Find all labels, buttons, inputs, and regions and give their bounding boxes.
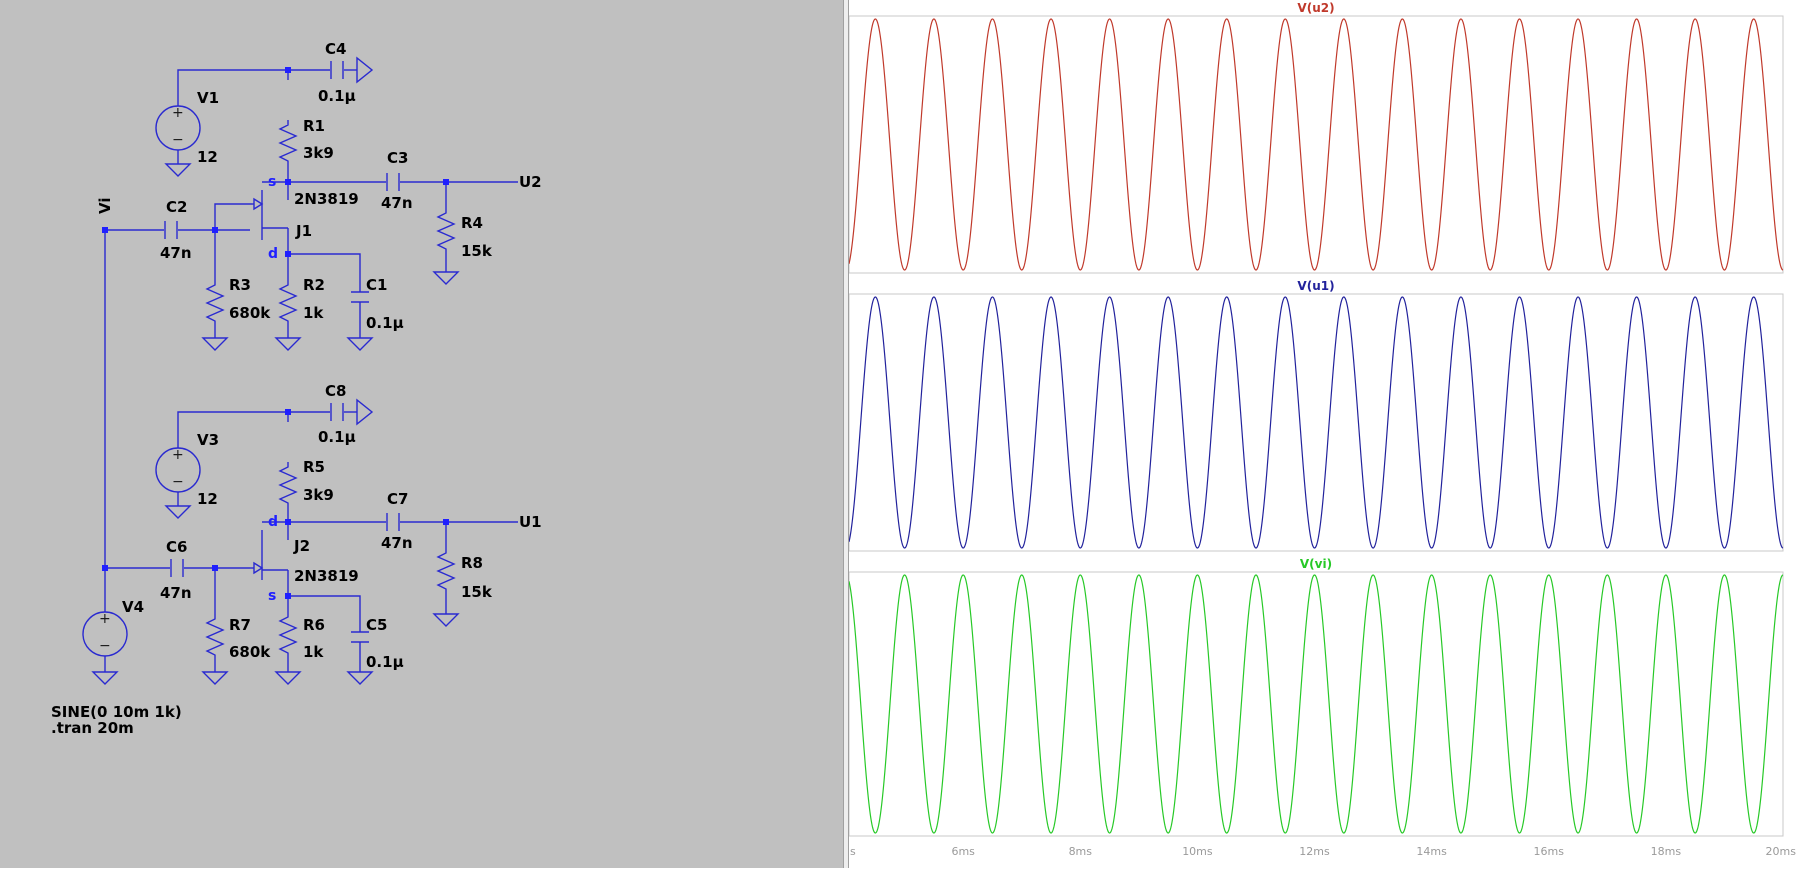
c7-name: C7 bbox=[387, 490, 408, 508]
c3-name: C3 bbox=[387, 149, 408, 167]
j1-name: J1 bbox=[295, 222, 312, 240]
j2-name: J2 bbox=[293, 537, 310, 555]
x-tick-label: 12ms bbox=[1299, 845, 1330, 858]
trace-label-vi[interactable]: V(vi) bbox=[1300, 557, 1332, 571]
c6-name: C6 bbox=[166, 538, 187, 556]
r4-name: R4 bbox=[461, 214, 483, 232]
c2-name: C2 bbox=[166, 198, 187, 216]
resistor-r5[interactable] bbox=[278, 462, 298, 506]
j1-drain-pin-label: d bbox=[268, 246, 278, 262]
plot-pane-vi[interactable] bbox=[848, 571, 1784, 837]
j2-drain-pin-label: d bbox=[268, 514, 278, 530]
v1-name: V1 bbox=[197, 89, 219, 107]
c4-value: 0.1µ bbox=[318, 87, 356, 105]
trace-label-u1[interactable]: V(u1) bbox=[1297, 279, 1334, 293]
r1-name: R1 bbox=[303, 117, 325, 135]
v3-value: 12 bbox=[197, 490, 218, 508]
schematic-canvas[interactable]: + − + − + − Vi U2 U1 s d d s C4 0.1µ V1 … bbox=[0, 0, 843, 868]
resistor-r2[interactable] bbox=[278, 280, 298, 324]
r7-name: R7 bbox=[229, 616, 251, 634]
resistor-r4[interactable] bbox=[436, 208, 456, 252]
r3-name: R3 bbox=[229, 276, 251, 294]
x-tick-label: 18ms bbox=[1651, 845, 1682, 858]
net-label-u2[interactable]: U2 bbox=[519, 173, 542, 191]
c1-name: C1 bbox=[366, 276, 387, 294]
x-tick-label: 14ms bbox=[1416, 845, 1447, 858]
r8-name: R8 bbox=[461, 554, 483, 572]
c7-value: 47n bbox=[381, 534, 413, 552]
r4-value: 15k bbox=[461, 242, 493, 260]
voltage-source-v1[interactable]: + − bbox=[155, 105, 201, 151]
trace-u2 bbox=[848, 18, 1784, 271]
resistor-r7[interactable] bbox=[205, 614, 225, 658]
r7-value: 680k bbox=[229, 643, 271, 661]
c2-value: 47n bbox=[160, 244, 192, 262]
v4-name: V4 bbox=[122, 598, 144, 616]
x-tick-label: s bbox=[850, 845, 856, 858]
r8-value: 15k bbox=[461, 583, 493, 601]
r2-value: 1k bbox=[303, 304, 324, 322]
x-tick-label: 6ms bbox=[951, 845, 975, 858]
c5-value: 0.1µ bbox=[366, 653, 404, 671]
trace-label-u2[interactable]: V(u2) bbox=[1297, 1, 1334, 15]
resistor-r3[interactable] bbox=[205, 280, 225, 324]
net-label-vi[interactable]: Vi bbox=[96, 198, 114, 215]
v3-name: V3 bbox=[197, 431, 219, 449]
c4-name: C4 bbox=[325, 40, 346, 58]
svg-text:−: − bbox=[172, 474, 184, 490]
r5-name: R5 bbox=[303, 458, 325, 476]
c1-value: 0.1µ bbox=[366, 314, 404, 332]
capacitor-c7[interactable] bbox=[386, 513, 400, 531]
svg-text:+: + bbox=[172, 447, 184, 463]
c3-value: 47n bbox=[381, 194, 413, 212]
trace-vi bbox=[848, 574, 1784, 834]
resistor-r1[interactable] bbox=[278, 120, 298, 164]
waveform-canvas[interactable]: V(u2) V(u1) V(vi) s 6ms 8ms 10ms 12ms 14ms 16ms 18… bbox=[848, 0, 1799, 868]
resistor-r8[interactable] bbox=[436, 548, 456, 592]
c5-name: C5 bbox=[366, 616, 387, 634]
x-tick-label: 16ms bbox=[1534, 845, 1565, 858]
x-tick-label: 20ms bbox=[1766, 845, 1797, 858]
svg-text:+: + bbox=[99, 611, 111, 627]
svg-text:+: + bbox=[172, 105, 184, 121]
r5-value: 3k9 bbox=[303, 486, 334, 504]
waveform-viewer[interactable]: V(u2) V(u1) V(vi) s 6ms 8ms 10ms 12ms 14ms 16ms 18… bbox=[848, 0, 1799, 868]
trace-u1 bbox=[848, 296, 1784, 549]
capacitor-c6[interactable] bbox=[170, 559, 184, 577]
c8-name: C8 bbox=[325, 382, 346, 400]
jfet-j1[interactable] bbox=[252, 190, 264, 240]
capacitor-c8[interactable] bbox=[330, 403, 344, 421]
v1-value: 12 bbox=[197, 148, 218, 166]
resistor-r6[interactable] bbox=[278, 612, 298, 656]
svg-text:−: − bbox=[99, 638, 111, 654]
tran-directive[interactable]: .tran 20m bbox=[51, 719, 134, 737]
r1-value: 3k9 bbox=[303, 144, 334, 162]
x-tick-label: 10ms bbox=[1182, 845, 1213, 858]
j1-model: 2N3819 bbox=[294, 190, 359, 208]
j2-model: 2N3819 bbox=[294, 567, 359, 585]
capacitor-c4[interactable] bbox=[330, 61, 344, 79]
net-label-u1[interactable]: U1 bbox=[519, 513, 542, 531]
c8-value: 0.1µ bbox=[318, 428, 356, 446]
r3-value: 680k bbox=[229, 304, 271, 322]
voltage-source-v4[interactable]: + − bbox=[82, 611, 128, 657]
svg-text:−: − bbox=[172, 132, 184, 148]
schematic-editor[interactable]: + − + − + − Vi U2 U1 s d d s C4 0.1µ V1 … bbox=[0, 0, 843, 868]
c6-value: 47n bbox=[160, 584, 192, 602]
x-tick-label: 8ms bbox=[1069, 845, 1093, 858]
plot-pane-u2[interactable] bbox=[848, 15, 1784, 274]
r6-name: R6 bbox=[303, 616, 325, 634]
plot-pane-u1[interactable] bbox=[848, 293, 1784, 552]
capacitor-c3[interactable] bbox=[386, 173, 400, 191]
voltage-source-v3[interactable]: + − bbox=[155, 447, 201, 493]
capacitor-c2[interactable] bbox=[164, 221, 178, 239]
r2-name: R2 bbox=[303, 276, 325, 294]
jfet-j2[interactable] bbox=[250, 530, 264, 580]
r6-value: 1k bbox=[303, 643, 324, 661]
j2-source-pin-label: s bbox=[268, 588, 276, 604]
j1-source-pin-label: s bbox=[268, 174, 276, 190]
